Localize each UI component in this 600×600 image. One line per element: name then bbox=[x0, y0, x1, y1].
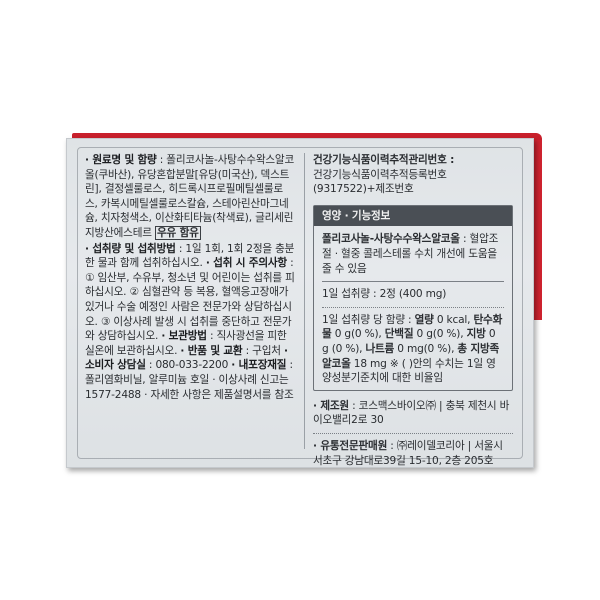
right-dotted-rule bbox=[313, 432, 513, 434]
left-column: · 원료명 및 함량 : 폴리코사놀-사탕수수왁스알코올(쿠바산), 유당혼합분… bbox=[85, 153, 295, 403]
function-info: 폴리코사놀-사탕수수왁스알코올 : 혈압조절 · 혈중 콜레스테롤 수치 개선에… bbox=[322, 233, 499, 275]
nutrition-title: 영양 · 기능정보 bbox=[314, 205, 512, 227]
nutrition-rule bbox=[322, 281, 504, 283]
distributor: · 유통전문판매원 : ㈜레이델코리아 | 서울시 서초구 강남대로39길 15… bbox=[313, 439, 503, 467]
nutrition-table: 영양 · 기능정보 폴리코사놀-사탕수수왁스알코올 : 혈압조절 · 혈중 콜레… bbox=[313, 204, 513, 391]
allergy-badge: 우유 함유 bbox=[155, 225, 201, 240]
nutrient-values: 1일 섭취량 당 함량 : 열량 0 kcal, 탄수화물 0 g(0 %), … bbox=[322, 313, 503, 385]
package-back-panel: · 원료명 및 함량 : 폴리코사놀-사탕수수왁스알코올(쿠바산), 유당혼합분… bbox=[66, 138, 534, 468]
nutrition-dotted-rule bbox=[322, 306, 504, 308]
right-column: 건강기능식품이력추적관리번호 : 건강기능식품이력추적등록번호(9317522)+… bbox=[313, 153, 513, 467]
manufacturer: · 제조원 : 코스맥스바이오㈜ | 충북 제천시 바이오밸리2로 30 bbox=[313, 399, 510, 427]
serving-size: 1일 섭취량 : 2정 (400 mg) bbox=[322, 288, 447, 301]
intake-section: · 섭취량 및 섭취방법 : 1일 1회, 1회 2정을 충분한 물과 함께 섭… bbox=[85, 242, 295, 401]
ingredients-section: · 원료명 및 함량 : 폴리코사놀-사탕수수왁스알코올(쿠바산), 유당혼합분… bbox=[85, 154, 295, 240]
trace-number: 건강기능식품이력추적관리번호 : 건강기능식품이력추적등록번호(9317522)+… bbox=[313, 154, 455, 196]
column-divider bbox=[304, 153, 305, 449]
